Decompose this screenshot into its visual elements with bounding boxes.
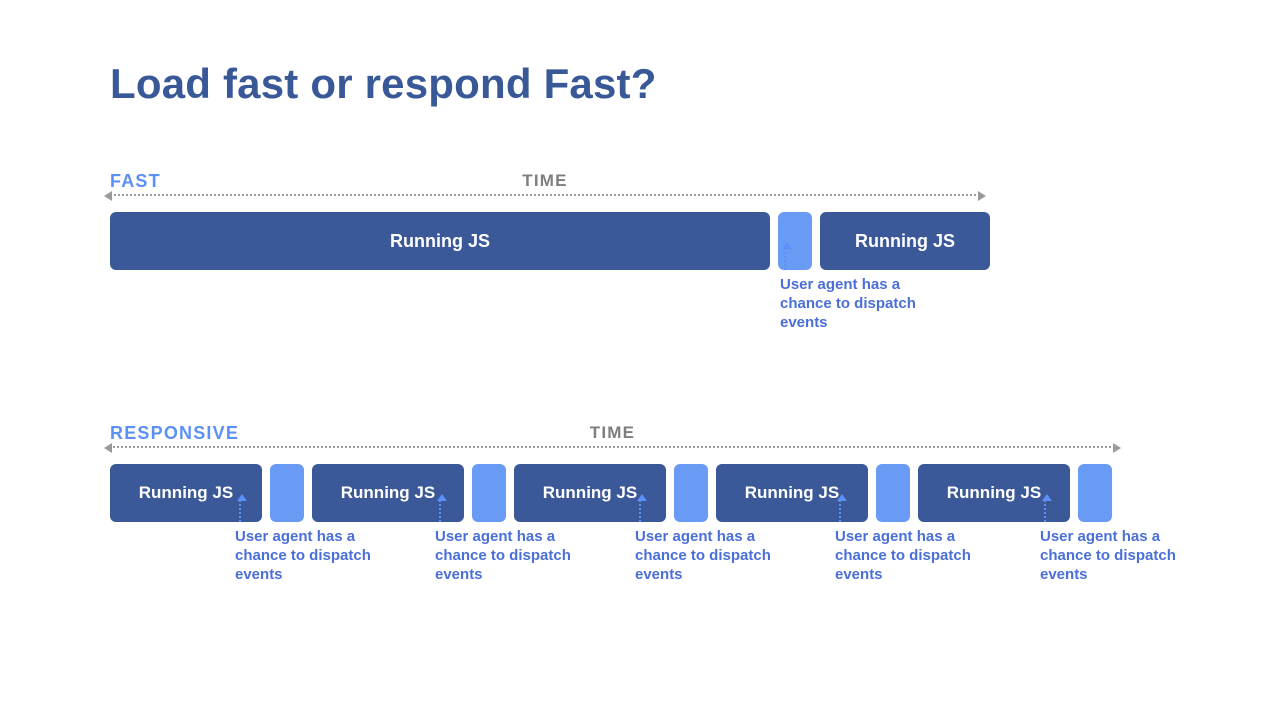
- scenario-fast: FAST TIME Running JS Running JS User age…: [110, 168, 1175, 370]
- event-annotation: User agent has a chance to dispatch even…: [235, 528, 405, 584]
- event-annotation: User agent has a chance to dispatch even…: [835, 528, 1005, 584]
- annotation-text: User agent has a chance to dispatch even…: [835, 528, 971, 583]
- event-annotation: User agent has a chance to dispatch even…: [435, 528, 605, 584]
- annotation-text: User agent has a chance to dispatch even…: [1040, 528, 1176, 583]
- arrow-up-icon: [1044, 500, 1046, 522]
- page-title: Load fast or respond Fast?: [110, 60, 1175, 108]
- arrow-up-icon: [439, 500, 441, 522]
- event-gap-block: [1078, 464, 1112, 522]
- annotation-text: User agent has a chance to dispatch even…: [635, 528, 771, 583]
- event-gap-block: [876, 464, 910, 522]
- scenario-label-responsive: RESPONSIVE: [110, 423, 239, 444]
- scenario-label-fast: FAST: [110, 171, 161, 192]
- annotation-text: User agent has a chance to dispatch even…: [235, 528, 371, 583]
- time-axis-icon: [110, 446, 1115, 448]
- annotation-text: User agent has a chance to dispatch even…: [780, 276, 916, 331]
- js-block: Running JS: [716, 464, 868, 522]
- axis-label-fast: TIME: [522, 171, 567, 191]
- js-block: Running JS: [110, 212, 770, 270]
- arrow-up-icon: [639, 500, 641, 522]
- js-block: Running JS: [514, 464, 666, 522]
- js-block: Running JS: [820, 212, 990, 270]
- arrow-up-icon: [784, 248, 786, 270]
- arrow-up-icon: [239, 500, 241, 522]
- event-gap-block: [270, 464, 304, 522]
- js-block: Running JS: [918, 464, 1070, 522]
- arrow-up-icon: [839, 500, 841, 522]
- annotation-text: User agent has a chance to dispatch even…: [435, 528, 571, 583]
- event-annotation: User agent has a chance to dispatch even…: [780, 276, 950, 332]
- event-annotation: User agent has a chance to dispatch even…: [1040, 528, 1210, 584]
- axis-label-responsive: TIME: [590, 423, 635, 443]
- scenario-responsive: RESPONSIVE TIME Running JS Running JS Ru…: [110, 420, 1175, 622]
- time-axis-icon: [110, 194, 980, 196]
- js-block: Running JS: [312, 464, 464, 522]
- track-fast: Running JS Running JS: [110, 212, 1175, 270]
- track-responsive: Running JS Running JS Running JS Running…: [110, 464, 1175, 522]
- event-annotation: User agent has a chance to dispatch even…: [635, 528, 805, 584]
- annotations-fast: User agent has a chance to dispatch even…: [110, 276, 1175, 370]
- event-gap-block: [674, 464, 708, 522]
- annotations-responsive: User agent has a chance to dispatch even…: [110, 528, 1175, 622]
- event-gap-block: [472, 464, 506, 522]
